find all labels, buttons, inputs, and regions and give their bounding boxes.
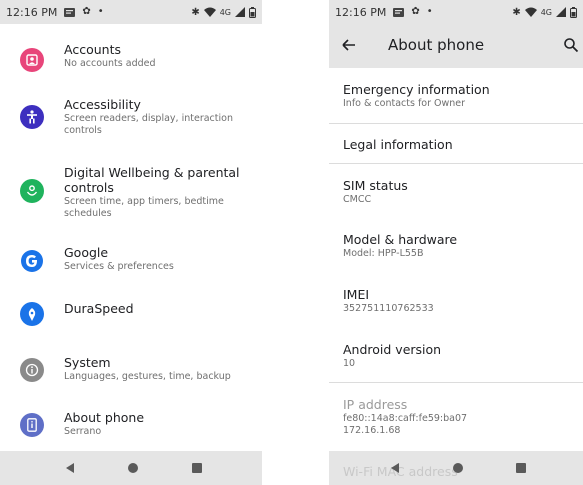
status-bar: 12:16 PM ✿ • ✱ 4G — [329, 0, 583, 24]
row-subtitle: 10 — [343, 358, 356, 369]
dot-icon: • — [97, 6, 104, 17]
settings-item-subtitle: Screen time, app timers, bedtime schedul… — [64, 196, 224, 219]
row-title: Emergency information — [343, 82, 490, 97]
settings-item-title: Accessibility — [64, 97, 141, 112]
gear-icon: ✿ — [411, 6, 420, 17]
settings-item-google[interactable]: Google Services & preferences — [0, 245, 262, 285]
row-title: SIM status — [343, 178, 408, 193]
about-phone-icon — [20, 413, 44, 437]
wellbeing-icon — [20, 179, 44, 203]
row-title: Legal information — [343, 137, 453, 152]
settings-item-subtitle: Screen readers, display, interaction con… — [64, 113, 233, 136]
settings-item-subtitle: Languages, gestures, time, backup — [64, 371, 231, 382]
row-sim-status[interactable]: SIM status CMCC — [329, 164, 583, 216]
signal-icon — [556, 7, 566, 17]
settings-item-subtitle: No accounts added — [64, 58, 156, 69]
settings-item-subtitle: Services & preferences — [64, 261, 174, 272]
row-subtitle: Info & contacts for Owner — [343, 98, 466, 109]
bluetooth-icon: ✱ — [512, 6, 521, 18]
battery-icon — [570, 6, 577, 18]
search-icon[interactable] — [563, 37, 579, 57]
settings-item-title: System — [64, 355, 111, 370]
nav-recents-icon[interactable] — [516, 463, 526, 473]
nav-home-icon[interactable] — [453, 463, 463, 473]
settings-item-title: Digital Wellbeing & parental controls — [64, 165, 240, 195]
wifi-icon — [524, 7, 537, 17]
nav-back-icon[interactable] — [391, 463, 399, 473]
app-bar: About phone — [329, 24, 583, 68]
message-icon — [64, 7, 76, 17]
row-android-version[interactable]: Android version 10 — [329, 328, 583, 382]
network-type: 4G — [219, 7, 231, 17]
settings-item-accounts[interactable]: Accounts No accounts added — [0, 40, 262, 80]
navigation-bar — [0, 451, 262, 485]
row-legal-information[interactable]: Legal information — [329, 124, 583, 164]
gear-icon: ✿ — [82, 6, 91, 17]
nav-recents-icon[interactable] — [192, 463, 202, 473]
row-emergency-information[interactable]: Emergency information Info & contacts fo… — [329, 68, 583, 123]
settings-item-subtitle: Serrano — [64, 426, 102, 437]
settings-item-title: About phone — [64, 410, 145, 425]
row-imei[interactable]: IMEI 352751110762533 — [329, 273, 583, 325]
nav-home-icon[interactable] — [128, 463, 138, 473]
settings-item-digital-wellbeing[interactable]: Digital Wellbeing & parental controls Sc… — [0, 163, 262, 228]
status-time: 12:16 PM — [6, 5, 58, 19]
bluetooth-icon: ✱ — [191, 6, 200, 18]
settings-item-about-phone[interactable]: About phone Serrano — [0, 408, 262, 448]
row-title: IMEI — [343, 287, 370, 302]
settings-item-title: DuraSpeed — [64, 301, 134, 316]
settings-screen: 12:16 PM ✿ • ✱ 4G Accounts No accounts a — [0, 0, 262, 485]
wifi-icon — [203, 7, 216, 17]
row-wifi-mac-address: Wi-Fi MAC address — [343, 464, 458, 479]
settings-item-title: Accounts — [64, 42, 121, 57]
accounts-icon — [20, 48, 44, 72]
row-ip-address: IP address fe80::14a8:caff:fe59:ba07 172… — [329, 383, 583, 443]
dot-icon: • — [426, 6, 433, 17]
about-phone-screen: 12:16 PM ✿ • ✱ 4G About phone Emergency … — [329, 0, 583, 485]
status-bar: 12:16 PM ✿ • ✱ 4G — [0, 0, 262, 24]
duraspeed-icon — [20, 302, 44, 326]
back-arrow-icon[interactable] — [341, 37, 357, 57]
page-title: About phone — [388, 36, 485, 54]
system-icon — [20, 358, 44, 382]
settings-item-system[interactable]: System Languages, gestures, time, backup — [0, 353, 262, 393]
accessibility-icon — [20, 105, 44, 129]
navigation-bar: Wi-Fi MAC address — [329, 451, 583, 485]
google-icon — [20, 249, 44, 273]
row-subtitle-2: 172.16.1.68 — [343, 425, 401, 436]
row-title: Android version — [343, 342, 442, 357]
settings-item-title: Google — [64, 245, 109, 260]
settings-item-accessibility[interactable]: Accessibility Screen readers, display, i… — [0, 95, 262, 145]
row-subtitle: fe80::14a8:caff:fe59:ba07 — [343, 413, 468, 424]
row-subtitle: Model: HPP-L55B — [343, 248, 424, 259]
battery-icon — [249, 6, 256, 18]
status-time: 12:16 PM — [335, 5, 387, 19]
row-model-hardware[interactable]: Model & hardware Model: HPP-L55B — [329, 218, 583, 270]
row-subtitle: 352751110762533 — [343, 303, 434, 314]
message-icon — [393, 7, 405, 17]
row-title: Model & hardware — [343, 232, 458, 247]
network-type: 4G — [540, 7, 552, 17]
row-title: IP address — [343, 397, 408, 412]
signal-icon — [235, 7, 245, 17]
row-subtitle: CMCC — [343, 194, 372, 205]
nav-back-icon[interactable] — [66, 463, 74, 473]
settings-item-duraspeed[interactable]: DuraSpeed — [0, 298, 262, 334]
